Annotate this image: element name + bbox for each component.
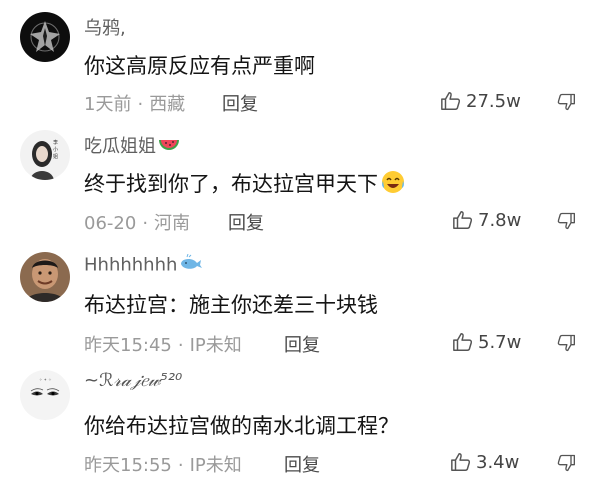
thumbs-up-icon (441, 92, 461, 110)
avatar[interactable] (20, 12, 70, 62)
comment-text-body: 终于找到你了，布达拉宫甲天下 (84, 172, 378, 196)
like-count: 5.7w (478, 331, 522, 353)
comment-item: 乌鸦, 你这高原反应有点严重啊 1天前 · 西藏 回复 27.5w (0, 0, 600, 120)
comment-item: ✧ ✦ ✧ ~ℛ𝓇𝒶𝒿𝑒𝓌⁵²⁰ 你给布达拉宫做的南水北调工程？ 昨天15:55… (0, 360, 600, 478)
meta-separator: · (142, 213, 149, 234)
comment-location: IP未知 (189, 455, 242, 476)
reply-button[interactable]: 回复 (284, 331, 320, 357)
svg-text:姐: 姐 (53, 153, 58, 160)
username[interactable]: Hhhhhhhh (84, 253, 203, 277)
username[interactable]: 乌鸦, (84, 14, 126, 40)
comment-meta: 昨天15:55 · IP未知 (84, 451, 242, 477)
comment-time: 昨天15:55 (84, 455, 172, 476)
comment-time: 昨天15:45 (84, 335, 172, 356)
comment-item: 李 小 姐 吃瓜姐姐 终于找到你了，布达拉宫甲天下 06-20 · 河南 回复 7.… (0, 120, 600, 240)
meta-separator: · (177, 455, 184, 476)
avatar[interactable]: 李 小 姐 (20, 130, 70, 180)
comment-text: 布达拉宫：施主你还差三十块钱 (84, 293, 378, 317)
like-count: 27.5w (466, 90, 521, 112)
comment-location: 河南 (154, 213, 191, 234)
comment-time: 1天前 (84, 94, 132, 115)
reply-button[interactable]: 回复 (222, 90, 258, 116)
comment-text: 你这高原反应有点严重啊 (84, 54, 315, 78)
like-button[interactable]: 7.8w (452, 209, 521, 231)
like-count: 3.4w (476, 451, 520, 473)
reply-button[interactable]: 回复 (284, 451, 320, 477)
thumbs-up-icon (453, 211, 473, 229)
comment-location: IP未知 (189, 335, 242, 356)
thumbs-down-icon[interactable] (556, 333, 576, 353)
username[interactable]: ~ℛ𝓇𝒶𝒿𝑒𝓌⁵²⁰ (84, 370, 182, 391)
meta-separator: · (177, 335, 184, 356)
thumbs-down-icon[interactable] (556, 453, 576, 473)
svg-text:小: 小 (53, 146, 58, 153)
avatar[interactable] (20, 252, 70, 302)
whale-icon (179, 253, 203, 277)
svg-text:✧ ✦ ✧: ✧ ✦ ✧ (39, 377, 52, 382)
comment-meta: 06-20 · 河南 (84, 209, 190, 235)
reply-button[interactable]: 回复 (228, 209, 264, 235)
username-text: 乌鸦, (84, 18, 126, 39)
comment-text: 你给布达拉宫做的南水北调工程？ (84, 414, 399, 438)
comment-item: Hhhhhhhh 布达拉宫：施主你还差三十块钱 昨天15:45 · IP未知 回复 … (0, 240, 600, 360)
username-text: Hhhhhhhh (84, 254, 178, 276)
comment-meta: 1天前 · 西藏 (84, 90, 185, 116)
thumbs-up-icon (451, 453, 471, 471)
meta-separator: · (137, 94, 144, 115)
thumbs-down-icon[interactable] (556, 211, 576, 231)
like-button[interactable]: 5.7w (452, 331, 521, 353)
username-text: ~ℛ𝓇𝒶𝒿𝑒𝓌⁵²⁰ (84, 370, 183, 391)
svg-text:李: 李 (53, 139, 58, 146)
watermelon-icon (158, 136, 180, 159)
comment-time: 06-20 (84, 213, 137, 234)
thumbs-down-icon[interactable] (556, 92, 576, 112)
username[interactable]: 吃瓜姐姐 (84, 132, 180, 159)
like-button[interactable]: 3.4w (450, 451, 519, 473)
laughing-crying-face-icon (380, 169, 406, 200)
comment-location: 西藏 (149, 94, 186, 115)
avatar[interactable]: ✧ ✦ ✧ (20, 370, 70, 420)
girl-portrait-icon: 李 小 姐 (20, 130, 70, 180)
comment-text: 终于找到你了，布达拉宫甲天下 (84, 168, 406, 200)
like-button[interactable]: 27.5w (440, 90, 521, 112)
man-portrait-icon (20, 252, 70, 302)
eyes-portrait-icon: ✧ ✦ ✧ (20, 370, 70, 420)
comment-meta: 昨天15:45 · IP未知 (84, 331, 242, 357)
username-text: 吃瓜姐姐 (84, 136, 156, 157)
thumbs-up-icon (453, 333, 473, 351)
like-count: 7.8w (478, 209, 522, 231)
crow-emblem-icon (20, 12, 70, 62)
